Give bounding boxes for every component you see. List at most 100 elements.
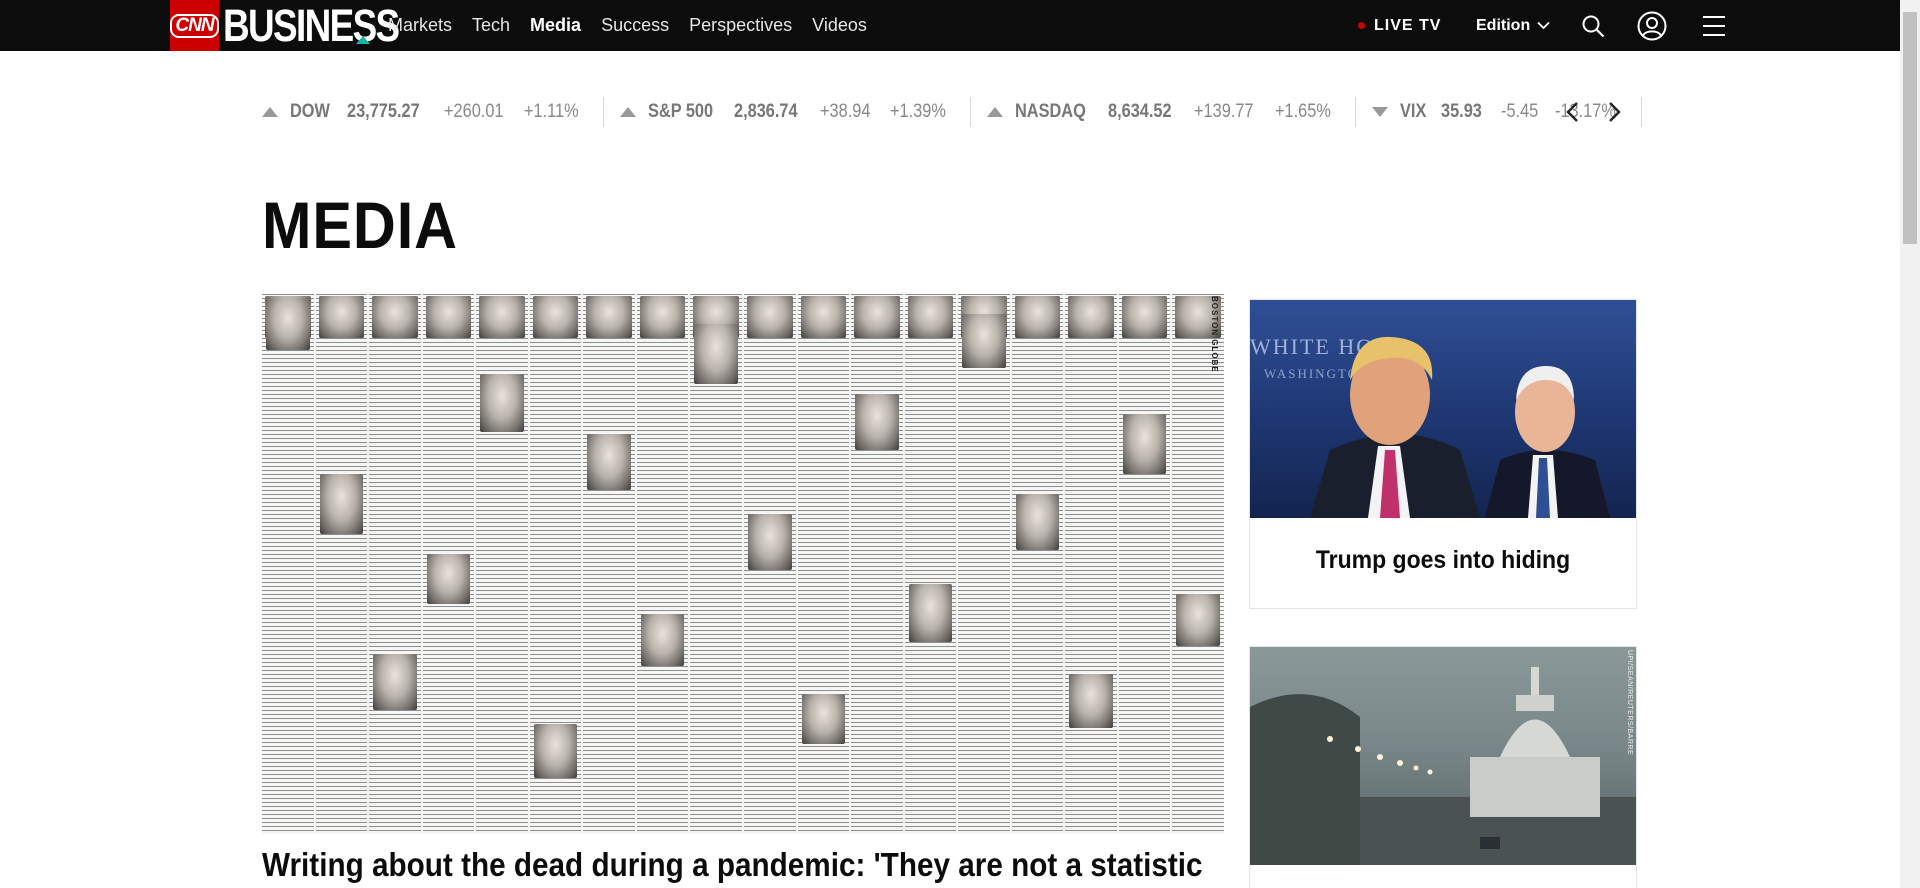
ticker-price: 23,775.27: [347, 101, 421, 122]
story-card[interactable]: UPI/SEAN/REUTERS/BARRE: [1249, 646, 1637, 888]
portrait-photo: [1121, 296, 1168, 338]
page-title: MEDIA: [262, 188, 458, 262]
portrait-photo: [372, 296, 418, 338]
account-icon[interactable]: [1637, 11, 1667, 41]
press-briefing-figures: [1310, 336, 1610, 518]
newspaper-column: [904, 294, 957, 834]
ticker-price: 8,634.52: [1108, 101, 1173, 122]
portrait-photo: [1122, 414, 1167, 474]
ticker-percent: +1.11%: [524, 101, 579, 122]
arrow-down-icon: [1371, 107, 1388, 117]
newspaper-column: [851, 294, 903, 834]
nav-link-success[interactable]: Success: [601, 15, 669, 36]
portrait-photo: [266, 298, 310, 350]
portrait-photo: [640, 614, 685, 666]
newspaper-columns: [262, 294, 1224, 834]
portrait-photo: [480, 374, 524, 432]
story-title[interactable]: Trump goes into hiding: [1265, 546, 1620, 575]
hamburger-menu-icon[interactable]: [1699, 11, 1729, 41]
edition-dropdown[interactable]: Edition: [1476, 0, 1550, 51]
portrait-photo: [748, 514, 792, 570]
ticker-item-sp500[interactable]: S&P 500 2,836.74 +38.94 +1.39%: [619, 101, 966, 123]
newspaper-column: [958, 294, 1010, 834]
portrait-photo: [694, 324, 738, 384]
newspaper-column: [690, 294, 742, 834]
newspaper-column: [262, 294, 314, 834]
newspaper-column: [1118, 294, 1171, 834]
hero-headline[interactable]: Writing about the dead during a pandemic…: [262, 846, 1203, 884]
newspaper-column: [797, 294, 850, 834]
newspaper-column: [744, 294, 796, 834]
live-dot-icon: [1358, 22, 1365, 29]
newspaper-column: [529, 294, 582, 834]
nav-links: Markets Tech Media Success Perspectives …: [388, 0, 887, 51]
edition-label: Edition: [1476, 16, 1531, 34]
nav-link-tech[interactable]: Tech: [472, 15, 510, 36]
portrait-photo: [1014, 296, 1061, 338]
portrait-photo: [801, 694, 846, 744]
ticker-percent: +1.65%: [1274, 101, 1331, 122]
arrow-up-icon: [619, 107, 636, 117]
portrait-photo: [319, 474, 364, 534]
newspaper-column: [315, 294, 368, 834]
photo-credit: UPI/SEAN/REUTERS/BARRE: [1626, 650, 1633, 756]
newspaper-column: [1172, 294, 1224, 834]
ticker-symbol: VIX: [1399, 101, 1426, 122]
search-icon[interactable]: [1578, 11, 1608, 41]
ticker-symbol: NASDAQ: [1015, 101, 1086, 122]
newspaper-column: [1065, 294, 1117, 834]
live-tv-link[interactable]: LIVE TV: [1358, 0, 1441, 51]
ticker-divider: [1640, 97, 1642, 127]
arrow-up-icon: [987, 107, 1004, 117]
ticker-next-button[interactable]: [1600, 96, 1630, 128]
arrow-up-icon: [262, 107, 278, 117]
nav-link-media[interactable]: Media: [530, 15, 581, 36]
ticker-item-nasdaq[interactable]: NASDAQ 8,634.52 +139.77 +1.65%: [987, 101, 1351, 123]
ticker-divider: [602, 97, 604, 127]
portrait-photo: [747, 296, 793, 338]
portrait-photo: [800, 296, 847, 338]
scrollbar-thumb[interactable]: [1903, 12, 1917, 244]
chevron-right-icon: [1609, 102, 1621, 122]
cnn-logo[interactable]: CNN: [170, 0, 219, 51]
portrait-photo: [639, 296, 686, 338]
ticker-price: 35.93: [1441, 101, 1483, 122]
chevron-down-icon: [1537, 21, 1550, 30]
ticker-percent: +1.39%: [890, 101, 946, 122]
live-tv-label: LIVE TV: [1374, 16, 1442, 34]
newspaper-column: [369, 294, 421, 834]
ticker-divider: [1354, 97, 1356, 127]
ticker-divider: [970, 97, 972, 127]
story-image-capitol[interactable]: UPI/SEAN/REUTERS/BARRE: [1250, 647, 1636, 865]
portrait-photo: [962, 314, 1006, 368]
business-logo[interactable]: BUSINESS: [223, 1, 400, 50]
market-ticker: DOW 23,775.27 +260.01 +1.11% S&P 500 2,8…: [262, 96, 1658, 128]
nav-link-markets[interactable]: Markets: [388, 15, 452, 36]
newspaper-column: [476, 294, 528, 834]
ticker-item-dow[interactable]: DOW 23,775.27 +260.01 +1.11%: [262, 101, 599, 123]
story-image-press-briefing[interactable]: WHITE HO WASHINGTON: [1250, 300, 1636, 518]
hero-image-obituaries[interactable]: [262, 294, 1224, 834]
nav-link-perspectives[interactable]: Perspectives: [689, 15, 792, 36]
story-card[interactable]: WHITE HO WASHINGTON Trump goes into hidi…: [1249, 299, 1637, 609]
portrait-photo: [425, 296, 472, 338]
newspaper-column: [636, 294, 689, 834]
portrait-photo: [426, 554, 471, 604]
portrait-photo: [855, 394, 899, 450]
ticker-symbol: S&P 500: [647, 101, 713, 122]
portrait-photo: [907, 296, 954, 338]
ticker-prev-button[interactable]: [1557, 96, 1587, 128]
newspaper-column: [583, 294, 635, 834]
portrait-photo: [586, 296, 632, 338]
ticker-change: +260.01: [443, 101, 504, 122]
portrait-photo: [532, 296, 579, 338]
ticker-price: 2,836.74: [734, 101, 799, 122]
nav-link-videos[interactable]: Videos: [812, 15, 867, 36]
logo-accent-triangle: [356, 36, 370, 44]
portrait-photo: [479, 296, 525, 338]
ticker-item-vix[interactable]: VIX 35.93 -5.45 -13.17%: [1371, 101, 1637, 123]
ticker-symbol: DOW: [290, 101, 330, 122]
newspaper-column: [422, 294, 475, 834]
ticker-change: +38.94: [820, 101, 871, 122]
portrait-photo: [318, 296, 365, 338]
